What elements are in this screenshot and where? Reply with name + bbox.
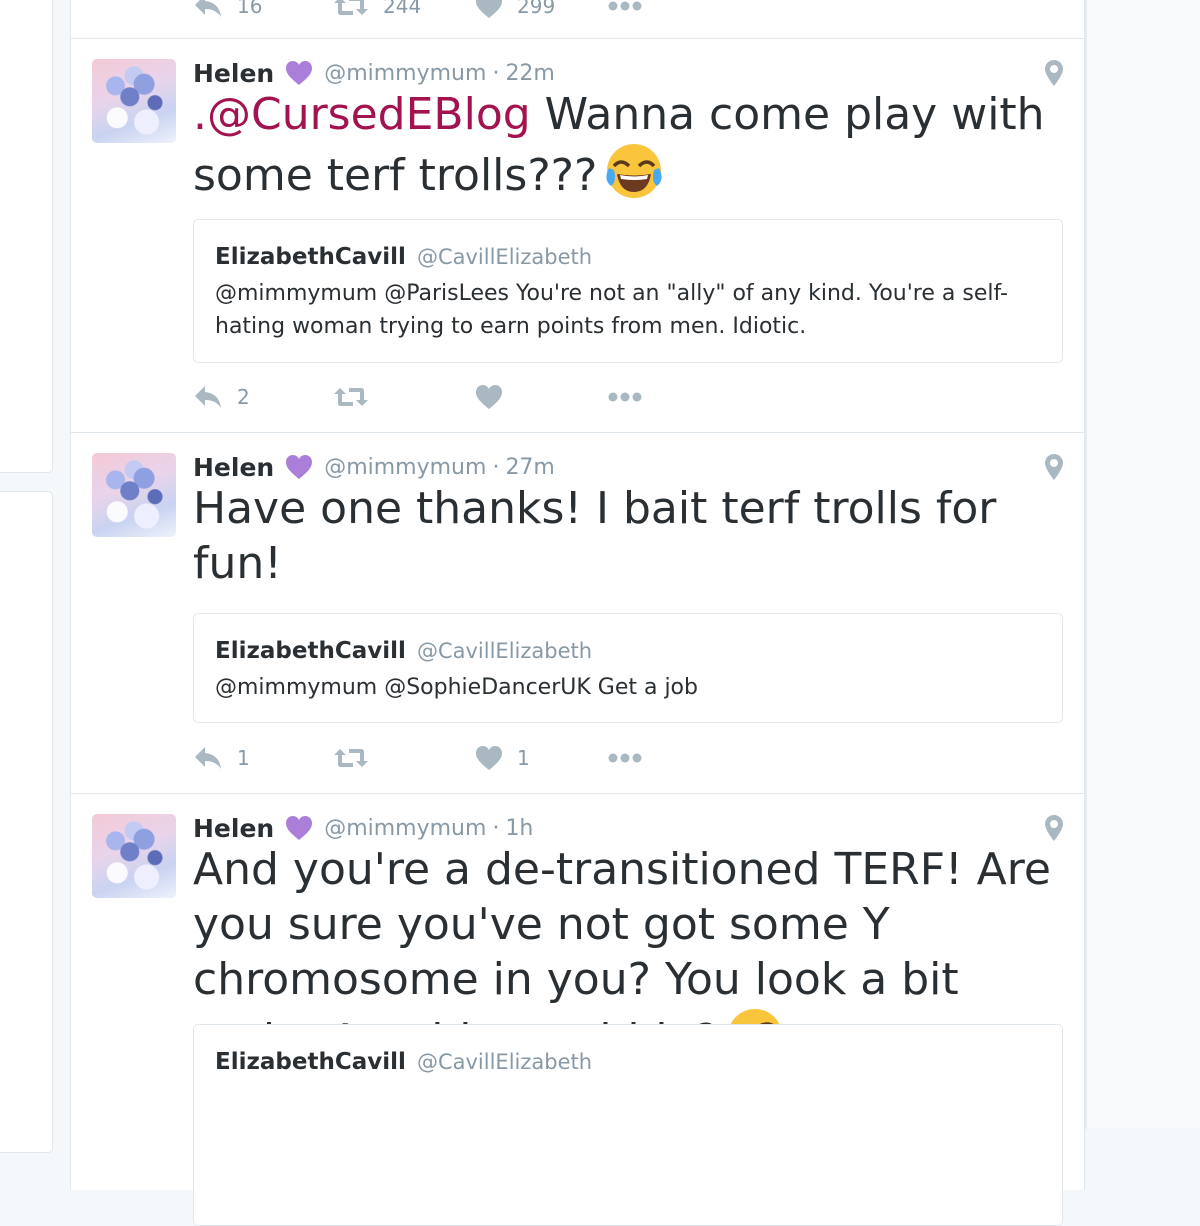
heart-icon [476,385,502,409]
avatar[interactable] [92,59,176,143]
timeline: 16 244 299 Helen @mimmymum · 22m .@Curse… [70,0,1085,1226]
tweet[interactable]: Helen @mimmymum · 22m .@CursedEBlog Wann… [71,38,1084,433]
heart-icon [476,0,502,18]
quoted-user-name: ElizabethCavill [215,244,406,270]
quoted-user-name: ElizabethCavill [215,1049,406,1075]
tweet[interactable]: Helen @mimmymum · 27m Have one thanks! I… [71,432,1084,794]
purple-heart-icon [286,816,313,840]
purple-heart-icon [286,455,313,479]
tweet-text: Have one thanks! I bait terf trolls for … [193,483,997,589]
user-name[interactable]: Helen [193,453,274,482]
left-column-card [0,0,53,473]
user-name[interactable]: Helen [193,59,274,88]
more-button[interactable] [608,743,642,773]
more-icon [608,392,642,402]
user-handle[interactable]: @mimmymum [324,61,486,86]
avatar[interactable] [92,814,176,898]
heart-icon [476,746,502,770]
more-button[interactable] [608,382,642,412]
more-icon [608,1,642,11]
retweet-button[interactable] [333,743,383,773]
retweet-icon [334,749,368,767]
tweet-header: Helen @mimmymum · 1h [193,813,533,843]
quoted-user-handle: @CavillElizabeth [416,245,593,269]
quoted-tweet[interactable]: ElizabethCavill @CavillElizabeth @mimmym… [193,219,1063,363]
reply-icon [195,0,221,17]
reply-icon [195,747,221,769]
like-button[interactable]: 1 [475,743,530,773]
quoted-tweet[interactable]: ElizabethCavill @CavillElizabeth [193,1024,1063,1226]
quoted-tweet[interactable]: ElizabethCavill @CavillElizabeth @mimmym… [193,613,1063,723]
more-icon [608,753,642,763]
retweet-count: 244 [383,0,422,18]
reply-icon [195,386,221,408]
reply-count: 2 [237,385,250,409]
tweet-header: Helen @mimmymum · 22m [193,58,555,88]
like-button[interactable]: 299 [475,0,555,21]
left-column-card [0,491,53,1153]
separator-dot: · [492,815,500,841]
location-pin-icon[interactable] [1044,814,1064,842]
reply-count: 1 [237,746,250,770]
tweet-text: .@CursedEBlog Wanna come play with some … [193,87,1053,203]
reply-button[interactable]: 16 [193,0,262,21]
quoted-user-name: ElizabethCavill [215,638,406,664]
reply-count: 16 [237,0,263,18]
user-name[interactable]: Helen [193,814,274,843]
face-with-tears-of-joy-icon [606,144,662,198]
reply-button[interactable]: 2 [193,382,250,412]
avatar[interactable] [92,453,176,537]
more-button[interactable] [608,0,642,21]
location-pin-icon[interactable] [1044,453,1064,481]
quoted-tweet-text: @mimmymum @SophieDancerUK Get a job [215,675,698,700]
right-gutter [1087,0,1200,1129]
retweet-icon [334,0,368,15]
reply-button[interactable]: 1 [193,743,250,773]
timestamp[interactable]: 1h [505,816,533,841]
timestamp[interactable]: 22m [505,61,554,86]
separator-dot: · [492,454,500,480]
quoted-user-handle: @CavillElizabeth [416,1050,593,1074]
purple-heart-icon [286,61,313,85]
like-count: 1 [517,746,530,770]
like-button[interactable] [475,382,517,412]
like-count: 299 [517,0,556,18]
quoted-user-handle: @CavillElizabeth [416,639,593,663]
retweet-button[interactable]: 244 [333,0,421,21]
retweet-icon [334,388,368,406]
user-handle[interactable]: @mimmymum [324,816,486,841]
tweet-header: Helen @mimmymum · 27m [193,452,555,482]
quoted-tweet-text: @mimmymum @ParisLees You're not an "ally… [215,281,1008,339]
user-handle[interactable]: @mimmymum [324,455,486,480]
tweet[interactable]: Helen @mimmymum · 1h And you're a de-tra… [71,793,1084,1226]
separator-dot: · [492,60,500,86]
mention-link[interactable]: .@CursedEBlog [193,89,531,140]
timestamp[interactable]: 27m [505,455,554,480]
location-pin-icon[interactable] [1044,59,1064,87]
retweet-button[interactable] [333,382,383,412]
